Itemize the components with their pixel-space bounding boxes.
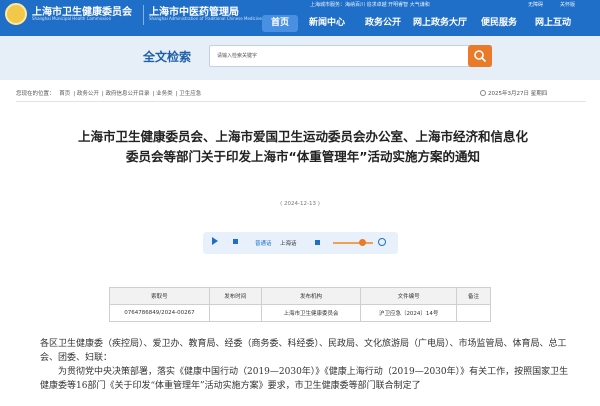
city-ticker[interactable]: 上海城市服务：海纳百川 追求卓越 开明睿智 大气谦和 bbox=[310, 1, 520, 8]
meta-date-value bbox=[208, 304, 262, 322]
meta-note-value bbox=[456, 304, 491, 322]
shanghainese-option[interactable]: 上海话 bbox=[280, 239, 297, 247]
care-mode-link[interactable]: 关怀版 bbox=[560, 1, 575, 8]
date-text: 2025年3月27日 星期四 bbox=[488, 91, 548, 97]
top-header: 上海市卫生健康委员会 Shanghai Municipal Health Com… bbox=[0, 0, 600, 36]
article-title: 上海市卫生健康委员会、上海市爱国卫生运动委员会办公室、上海市经济和信息化委员会等… bbox=[78, 129, 529, 164]
publish-date: ( 2024-12-13 ) bbox=[280, 201, 320, 207]
search-placeholder: 请输入检索关键字 bbox=[217, 53, 258, 59]
breadcrumb: 您现在的位置： 首页 | 政务公开 | 政府信息公开目录 | 业务类 | 卫生应急 bbox=[16, 91, 202, 97]
volume-icon[interactable] bbox=[315, 240, 320, 245]
volume-slider[interactable] bbox=[333, 242, 373, 244]
meta-header-index: 索取号 bbox=[109, 287, 210, 305]
current-date: 2025年3月27日 星期四 bbox=[480, 89, 547, 97]
search-input[interactable]: 请输入检索关键字 bbox=[209, 45, 492, 67]
stop-icon[interactable] bbox=[233, 239, 238, 244]
article-body: 各区卫生健康委（疾控局）、爱卫办、教育局、经委（商务委、科经委）、民政局、文化旅… bbox=[40, 337, 575, 393]
breadcrumb-gov-open[interactable]: 政务公开 bbox=[77, 91, 99, 97]
search-button[interactable] bbox=[468, 45, 492, 67]
meta-header-date: 发布时间 bbox=[208, 287, 262, 305]
nav-services[interactable]: 便民服务 bbox=[476, 15, 522, 32]
nav-news[interactable]: 新闻中心 bbox=[306, 15, 348, 32]
site-subtitle-health-commission: Shanghai Municipal Health Commission bbox=[32, 16, 112, 21]
search-title: 全文检索 bbox=[143, 50, 192, 64]
body-paragraph-recipients: 各区卫生健康委（疾控局）、爱卫办、教育局、经委（商务委、科经委）、民政局、文化旅… bbox=[40, 339, 567, 363]
meta-index-value: 0764786849/2024-00267 bbox=[109, 304, 210, 322]
breadcrumb-business[interactable]: 业务类 bbox=[156, 91, 173, 97]
breadcrumb-emergency[interactable]: 卫生应急 bbox=[179, 91, 201, 97]
breadcrumb-home[interactable]: 首页 bbox=[59, 91, 70, 97]
barrier-free-link[interactable]: 无障碍 bbox=[528, 1, 543, 8]
nav-gov-affairs[interactable]: 政务公开 bbox=[358, 15, 408, 32]
settings-icon[interactable] bbox=[378, 238, 386, 246]
nav-home[interactable]: 首页 bbox=[262, 15, 298, 32]
meta-header-docno: 文件编号 bbox=[360, 287, 458, 305]
commission-logo-icon bbox=[5, 3, 27, 25]
breadcrumb-info-catalog[interactable]: 政府信息公开目录 bbox=[106, 91, 150, 97]
nav-online-hall[interactable]: 网上政务大厅 bbox=[412, 15, 468, 32]
divider bbox=[16, 101, 586, 102]
title-divider bbox=[143, 5, 144, 25]
meta-header-issuer: 发布机构 bbox=[260, 287, 362, 305]
document-meta-table: 索取号 发布时间 发布机构 文件编号 备注 0764786849/2024-00… bbox=[109, 287, 491, 322]
meta-docno-value: 沪卫应急〔2024〕14号 bbox=[360, 304, 458, 322]
breadcrumb-prefix: 您现在的位置： bbox=[16, 91, 55, 97]
clock-icon bbox=[480, 90, 486, 96]
play-icon[interactable] bbox=[212, 237, 218, 245]
mandarin-option[interactable]: 普通话 bbox=[255, 239, 272, 247]
body-paragraph-intro: 为贯彻党中央决策部署，落实《健康中国行动（2019—2030年）》《健康上海行动… bbox=[40, 367, 569, 391]
nav-interaction[interactable]: 网上互动 bbox=[530, 15, 576, 32]
site-subtitle-tcm-administration: Shanghai Administration of Traditional C… bbox=[149, 16, 262, 21]
volume-slider-knob[interactable] bbox=[359, 239, 366, 246]
search-icon bbox=[474, 50, 487, 63]
meta-issuer-value: 上海市卫生健康委员会 bbox=[260, 304, 362, 322]
meta-header-note: 备注 bbox=[456, 287, 491, 305]
